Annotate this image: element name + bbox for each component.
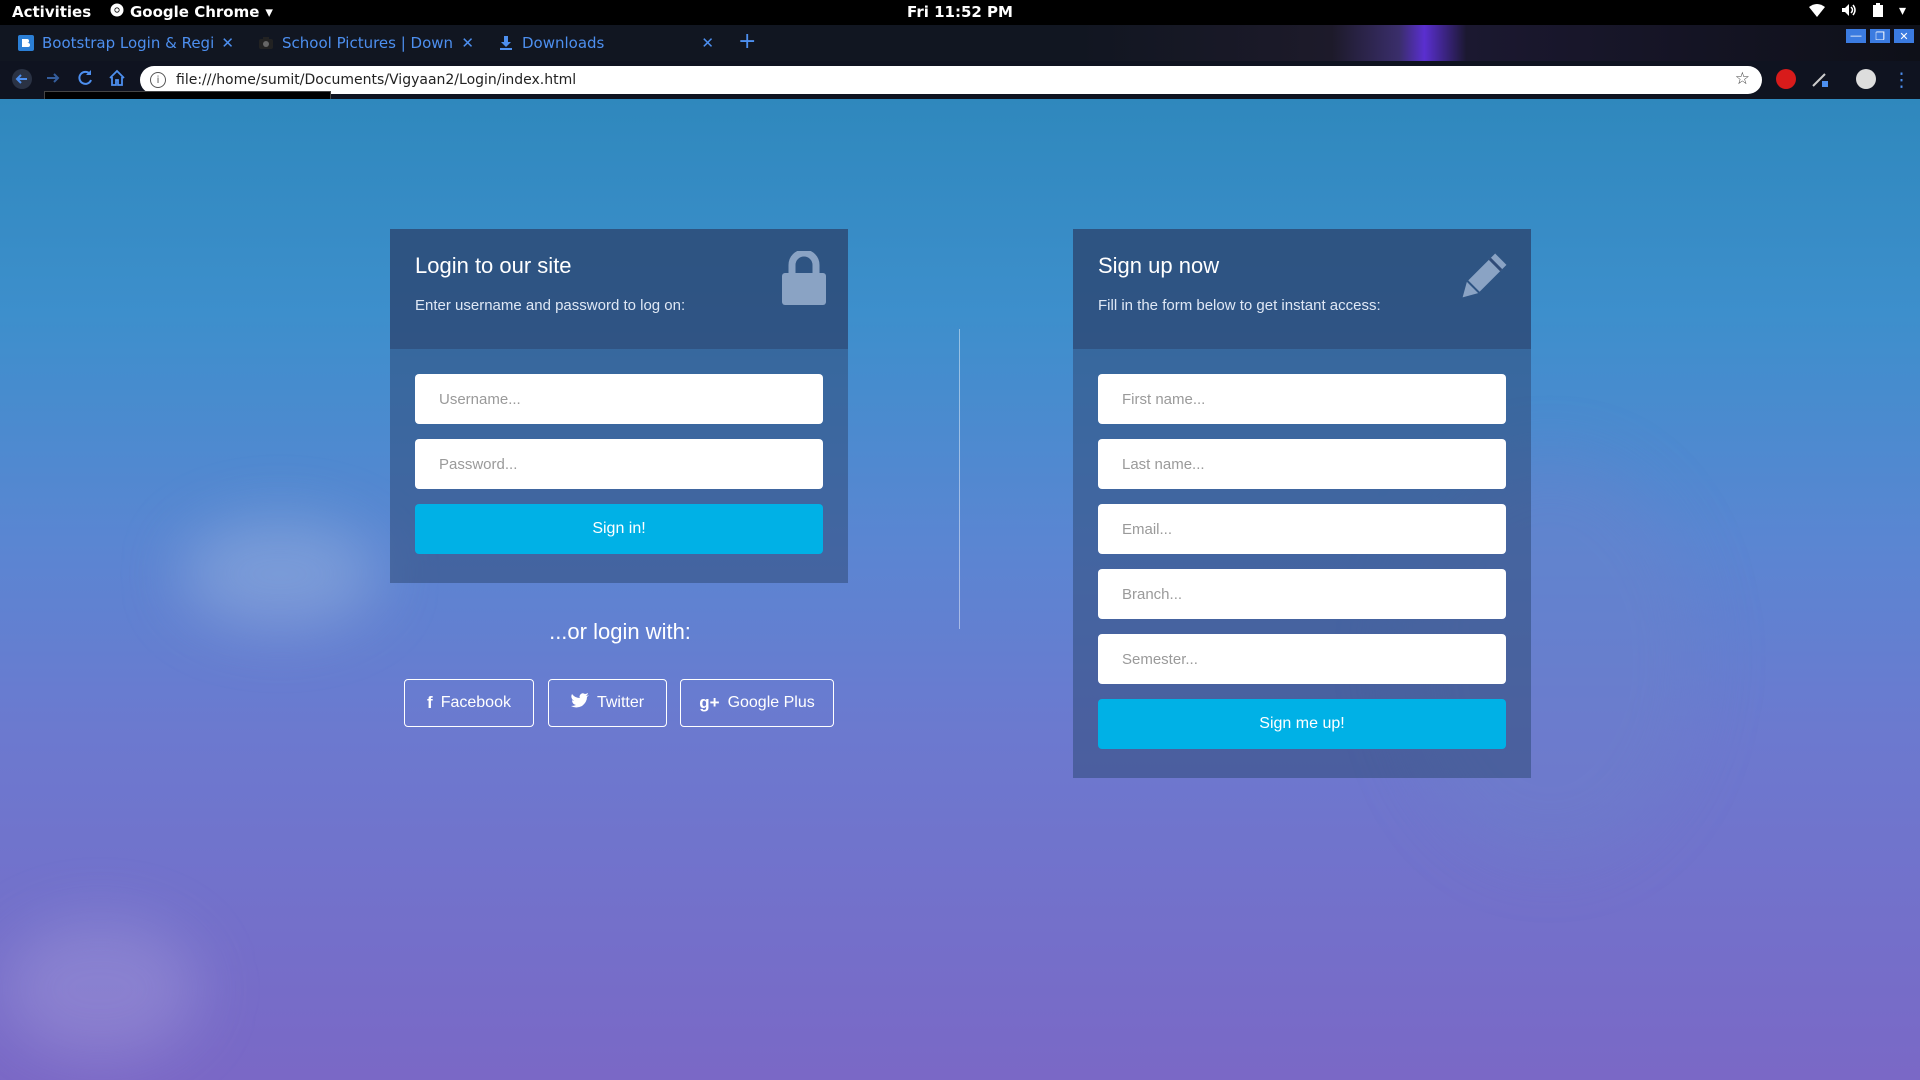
last-name-input[interactable] <box>1120 454 1506 474</box>
background-blur <box>180 519 380 629</box>
signup-subtitle: Fill in the form below to get instant ac… <box>1098 297 1381 314</box>
page-favicon-icon <box>18 35 34 51</box>
lock-icon <box>782 249 826 310</box>
chevron-down-icon: ▾ <box>265 3 273 21</box>
minimize-button[interactable]: — <box>1846 29 1866 43</box>
new-tab-button[interactable]: + <box>738 29 756 54</box>
last-name-field[interactable] <box>1098 439 1506 489</box>
branch-input[interactable] <box>1120 584 1506 604</box>
system-top-bar: Activities Google Chrome ▾ Fri 11:52 PM … <box>0 0 1920 25</box>
activities-button[interactable]: Activities <box>12 3 91 21</box>
pencil-icon <box>1453 251 1509 312</box>
first-name-field[interactable] <box>1098 374 1506 424</box>
twitter-label: Twitter <box>596 694 645 711</box>
facebook-button[interactable]: f Facebook <box>404 679 534 727</box>
menu-icon[interactable]: ⋮ <box>1892 69 1911 91</box>
password-input[interactable] <box>437 454 823 474</box>
reload-button[interactable] <box>76 69 94 92</box>
twitter-button[interactable]: Twitter <box>548 679 667 727</box>
facebook-label: Facebook <box>440 694 511 711</box>
signup-card: Sign up now Fill in the form below to ge… <box>1073 229 1531 778</box>
close-icon[interactable]: ✕ <box>701 34 714 52</box>
page-content: Login to our site Enter username and pas… <box>0 99 1920 1080</box>
reload-icon <box>78 70 92 85</box>
email-input[interactable] <box>1120 519 1506 539</box>
close-icon[interactable]: ✕ <box>461 34 474 52</box>
chrome-icon <box>110 3 124 21</box>
volume-icon <box>1841 3 1857 21</box>
signup-title: Sign up now <box>1098 253 1220 278</box>
column-divider <box>959 329 960 629</box>
semester-input[interactable] <box>1120 649 1506 669</box>
wifi-icon <box>1808 3 1825 21</box>
system-tray[interactable]: ▾ <box>1808 3 1906 21</box>
window-background <box>1080 25 1920 61</box>
extension-icon[interactable] <box>1776 69 1796 89</box>
app-menu[interactable]: Google Chrome ▾ <box>110 3 273 21</box>
twitter-icon <box>570 693 589 713</box>
tab-title: School Pictures | Down <box>282 34 454 52</box>
tab-downloads[interactable]: Downloads ✕ <box>480 25 720 61</box>
clock[interactable]: Fri 11:52 PM <box>907 3 1013 21</box>
email-field[interactable] <box>1098 504 1506 554</box>
first-name-input[interactable] <box>1120 389 1506 409</box>
semester-field[interactable] <box>1098 634 1506 684</box>
background-blur <box>0 919 200 1059</box>
maximize-button[interactable]: ❐ <box>1870 29 1890 43</box>
facebook-icon: f <box>427 693 433 712</box>
camera-icon <box>258 35 274 51</box>
address-bar[interactable]: i file:///home/sumit/Documents/Vigyaan2/… <box>140 66 1762 94</box>
or-login-with-label: ...or login with: <box>549 619 691 644</box>
tab-bootstrap-login[interactable]: Bootstrap Login & Regi ✕ <box>0 25 240 61</box>
info-icon[interactable]: i <box>150 72 166 88</box>
login-subtitle: Enter username and password to log on: <box>415 297 686 314</box>
branch-field[interactable] <box>1098 569 1506 619</box>
password-field[interactable] <box>415 439 823 489</box>
tab-title: Downloads <box>522 34 605 52</box>
home-icon <box>109 69 125 86</box>
sign-in-button[interactable]: Sign in! <box>415 504 823 554</box>
tab-strip: Bootstrap Login & Regi ✕ School Pictures… <box>0 25 1920 61</box>
arrow-right-icon <box>47 73 60 83</box>
window-controls: — ❐ ✕ <box>1846 29 1914 43</box>
extension-tool-icon[interactable] <box>1810 69 1830 89</box>
profile-avatar[interactable] <box>1856 69 1876 89</box>
close-window-button[interactable]: ✕ <box>1894 29 1914 43</box>
google-plus-icon: g+ <box>699 693 720 712</box>
sign-me-up-button[interactable]: Sign me up! <box>1098 699 1506 749</box>
address-url: file:///home/sumit/Documents/Vigyaan2/Lo… <box>176 72 577 88</box>
signup-card-header: Sign up now Fill in the form below to ge… <box>1073 229 1531 349</box>
tab-school-pictures[interactable]: School Pictures | Down ✕ <box>240 25 480 61</box>
login-card: Login to our site Enter username and pas… <box>390 229 848 583</box>
app-menu-label: Google Chrome <box>130 3 260 21</box>
arrow-left-icon <box>12 69 32 89</box>
download-icon <box>498 35 514 51</box>
battery-icon <box>1872 3 1883 21</box>
username-input[interactable] <box>437 389 823 409</box>
home-button[interactable] <box>108 69 126 92</box>
tab-title: Bootstrap Login & Regi <box>42 34 214 52</box>
login-title: Login to our site <box>415 253 572 278</box>
back-button[interactable] <box>12 69 32 94</box>
chevron-down-icon: ▾ <box>1898 3 1906 19</box>
login-card-header: Login to our site Enter username and pas… <box>390 229 848 349</box>
google-plus-label: Google Plus <box>727 694 815 711</box>
forward-button[interactable] <box>44 69 62 92</box>
google-plus-button[interactable]: g+ Google Plus <box>680 679 834 727</box>
star-icon[interactable]: ☆ <box>1735 69 1750 89</box>
username-field[interactable] <box>415 374 823 424</box>
close-icon[interactable]: ✕ <box>221 34 234 52</box>
